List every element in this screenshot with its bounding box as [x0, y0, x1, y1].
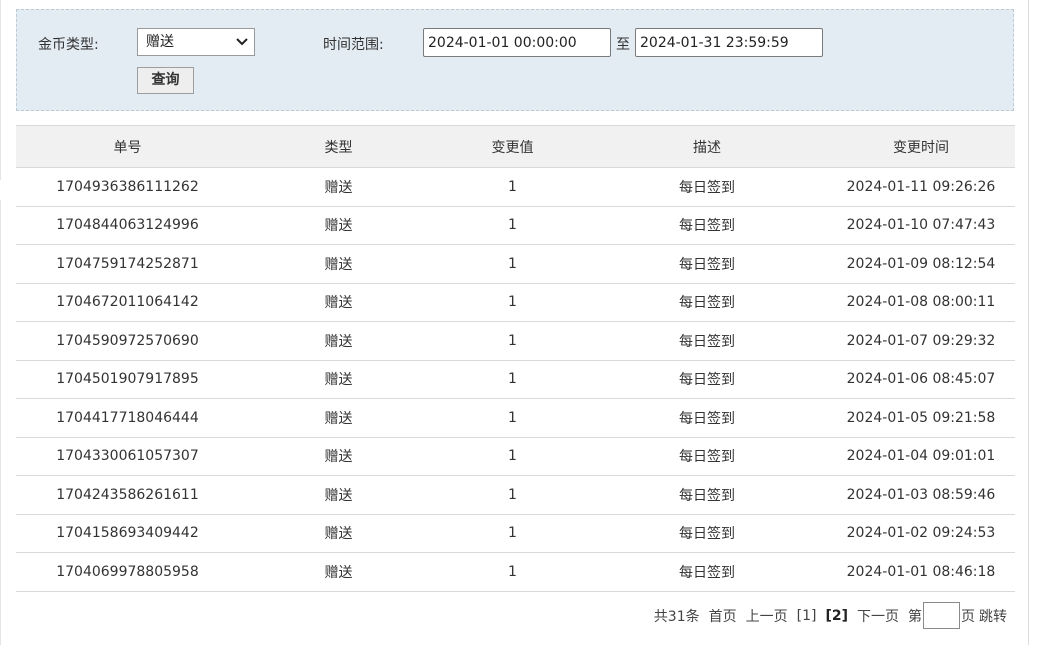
change-time-cell: 2024-01-03 08:59:46	[827, 475, 1015, 515]
change-value-cell: 1	[438, 475, 587, 515]
goto-suffix: 页	[961, 608, 975, 625]
query-button[interactable]: 查询	[137, 67, 194, 94]
table-row: 1704243586261611 赠送 1 每日签到 2024-01-03 08:59:…	[16, 475, 1015, 515]
first-page-link[interactable]: 首页	[709, 606, 737, 626]
order-id-cell: 1704069978805958	[16, 552, 239, 592]
current-page: [2]	[825, 607, 848, 624]
type-cell: 赠送	[239, 398, 438, 438]
change-time-cell: 2024-01-07 09:29:32	[827, 321, 1015, 361]
order-id-cell: 1704759174252871	[16, 244, 239, 284]
order-id-cell: 1704672011064142	[16, 283, 239, 322]
type-cell: 赠送	[239, 360, 438, 399]
description-cell: 每日签到	[587, 514, 827, 553]
change-time-cell: 2024-01-02 09:24:53	[827, 514, 1015, 553]
coin-type-label: 金币类型:	[38, 37, 99, 53]
next-page-link[interactable]: 下一页	[857, 606, 899, 626]
description-cell: 每日签到	[587, 475, 827, 515]
description-cell: 每日签到	[587, 552, 827, 592]
filter-panel: 金币类型: 赠送 时间范围: 至 查询	[16, 9, 1014, 111]
change-value-cell: 1	[438, 321, 587, 361]
table-row: 1704672011064142 赠送 1 每日签到 2024-01-08 08:00:…	[16, 283, 1015, 322]
to-label: 至	[616, 37, 630, 53]
order-id-cell: 1704844063124996	[16, 206, 239, 245]
coin-type-value: 赠送	[146, 34, 174, 50]
goto-page-input[interactable]	[923, 602, 960, 629]
change-value-cell: 1	[438, 167, 587, 207]
type-cell: 赠送	[239, 206, 438, 245]
description-cell: 每日签到	[587, 244, 827, 284]
jump-link[interactable]: 跳转	[979, 606, 1007, 626]
frame-border-left	[0, 0, 1, 180]
column-header: 类型	[239, 125, 438, 168]
table-row: 1704330061057307 赠送 1 每日签到 2024-01-04 09:01:…	[16, 437, 1015, 476]
description-cell: 每日签到	[587, 360, 827, 399]
order-id-cell: 1704417718046444	[16, 398, 239, 438]
order-id-cell: 1704936386111262	[16, 167, 239, 207]
table-row: 1704590972570690 赠送 1 每日签到 2024-01-07 09:29:…	[16, 321, 1015, 361]
order-id-cell: 1704243586261611	[16, 475, 239, 515]
change-value-cell: 1	[438, 552, 587, 592]
order-id-cell: 1704501907917895	[16, 360, 239, 399]
change-time-cell: 2024-01-09 08:12:54	[827, 244, 1015, 284]
prev-page-link[interactable]: 上一页	[746, 606, 788, 626]
time-range-label: 时间范围:	[323, 37, 384, 53]
order-id-cell: 1704590972570690	[16, 321, 239, 361]
page-link-1[interactable]: [1]	[797, 608, 817, 624]
description-cell: 每日签到	[587, 283, 827, 322]
change-value-cell: 1	[438, 360, 587, 399]
change-value-cell: 1	[438, 398, 587, 438]
order-id-cell: 1704330061057307	[16, 437, 239, 476]
column-header: 描述	[587, 125, 827, 168]
frame-border-right	[1028, 0, 1029, 645]
table-row: 1704844063124996 赠送 1 每日签到 2024-01-10 07:47:…	[16, 206, 1015, 245]
change-value-cell: 1	[438, 514, 587, 553]
column-header: 单号	[16, 125, 239, 168]
change-value-cell: 1	[438, 244, 587, 284]
type-cell: 赠送	[239, 475, 438, 515]
change-time-cell: 2024-01-08 08:00:11	[827, 283, 1015, 322]
change-value-cell: 1	[438, 206, 587, 245]
end-time-input[interactable]	[635, 28, 823, 57]
description-cell: 每日签到	[587, 321, 827, 361]
change-value-cell: 1	[438, 437, 587, 476]
description-cell: 每日签到	[587, 167, 827, 207]
table-header-row: 单号 类型 变更值 描述 变更时间	[16, 125, 1015, 168]
type-cell: 赠送	[239, 167, 438, 207]
column-header: 变更时间	[827, 125, 1015, 168]
change-time-cell: 2024-01-01 08:46:18	[827, 552, 1015, 592]
table-row: 1704417718046444 赠送 1 每日签到 2024-01-05 09:21:…	[16, 398, 1015, 438]
pagination: 共31条 首页 上一页 [1] [2] 下一页 第 页 跳转	[645, 601, 1007, 630]
coin-type-select[interactable]: 赠送	[137, 28, 255, 56]
frame-border-left-lower	[0, 200, 1, 645]
change-time-cell: 2024-01-04 09:01:01	[827, 437, 1015, 476]
type-cell: 赠送	[239, 552, 438, 592]
change-time-cell: 2024-01-11 09:26:26	[827, 167, 1015, 207]
table-row: 1704158693409442 赠送 1 每日签到 2024-01-02 09:24:…	[16, 514, 1015, 553]
type-cell: 赠送	[239, 283, 438, 322]
chevron-down-icon	[236, 38, 248, 46]
records-table: 单号 类型 变更值 描述 变更时间 1704936386111262 赠送 1 每日签到 202…	[16, 125, 1015, 592]
table-row: 1704759174252871 赠送 1 每日签到 2024-01-09 08:12:…	[16, 244, 1015, 284]
type-cell: 赠送	[239, 514, 438, 553]
total-count: 共31条	[653, 608, 700, 625]
table-row: 1704936386111262 赠送 1 每日签到 2024-01-11 09:26:…	[16, 167, 1015, 207]
table-row: 1704069978805958 赠送 1 每日签到 2024-01-01 08:46:…	[16, 552, 1015, 592]
goto-prefix: 第	[908, 608, 922, 625]
type-cell: 赠送	[239, 321, 438, 361]
change-time-cell: 2024-01-10 07:47:43	[827, 206, 1015, 245]
column-header: 变更值	[438, 125, 587, 168]
type-cell: 赠送	[239, 437, 438, 476]
change-value-cell: 1	[438, 283, 587, 322]
order-id-cell: 1704158693409442	[16, 514, 239, 553]
change-time-cell: 2024-01-05 09:21:58	[827, 398, 1015, 438]
table-row: 1704501907917895 赠送 1 每日签到 2024-01-06 08:45:…	[16, 360, 1015, 399]
start-time-input[interactable]	[423, 28, 611, 57]
description-cell: 每日签到	[587, 398, 827, 438]
description-cell: 每日签到	[587, 437, 827, 476]
type-cell: 赠送	[239, 244, 438, 284]
change-time-cell: 2024-01-06 08:45:07	[827, 360, 1015, 399]
description-cell: 每日签到	[587, 206, 827, 245]
